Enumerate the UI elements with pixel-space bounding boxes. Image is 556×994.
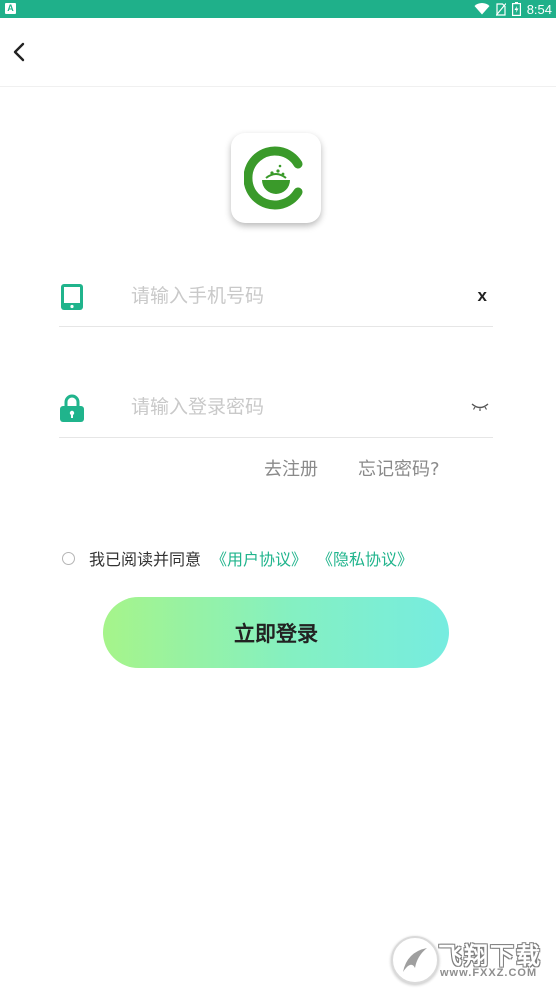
watermark-url: www.FXXZ.COM — [440, 967, 538, 979]
watermark-title: 飞翔下载 — [438, 942, 542, 970]
clear-phone-button[interactable]: x — [478, 286, 487, 306]
lock-icon — [60, 394, 84, 422]
no-sim-icon — [495, 2, 506, 16]
eye-closed-icon[interactable] — [471, 399, 489, 413]
back-button[interactable] — [4, 34, 34, 70]
password-field-row — [59, 377, 493, 438]
tablet-phone-icon — [61, 284, 83, 310]
privacy-policy-link[interactable]: 《隐私协议》 — [317, 546, 413, 570]
notification-a-icon: A — [5, 3, 16, 14]
status-bar: A 8:54 — [0, 0, 556, 18]
status-time: 8:54 — [526, 1, 552, 17]
chevron-left-icon — [13, 42, 25, 62]
battery-icon — [511, 2, 521, 16]
watermark-swirl-icon — [403, 948, 427, 972]
user-agreement-link[interactable]: 《用户协议》 — [211, 546, 307, 570]
watermark: 飞翔下载 www.FXXZ.COM — [388, 934, 546, 984]
agreement-text: 我已阅读并同意 — [89, 550, 202, 569]
phone-field-row: x — [59, 266, 493, 327]
top-nav-bar — [0, 18, 556, 87]
app-logo — [231, 133, 321, 223]
status-icons: 8:54 — [474, 0, 552, 18]
register-link[interactable]: 去注册 — [264, 455, 318, 481]
forgot-password-link[interactable]: 忘记密码? — [358, 455, 440, 481]
wifi-icon — [474, 3, 490, 15]
agreement-row: 我已阅读并同意 《用户协议》 《隐私协议》 — [62, 546, 413, 570]
phone-input[interactable] — [131, 280, 451, 312]
watermark-logo-icon — [391, 936, 439, 984]
login-button[interactable]: 立即登录 — [103, 597, 449, 668]
password-input[interactable] — [131, 391, 451, 423]
agreement-radio[interactable] — [62, 551, 75, 565]
app-logo-icon — [244, 146, 303, 210]
